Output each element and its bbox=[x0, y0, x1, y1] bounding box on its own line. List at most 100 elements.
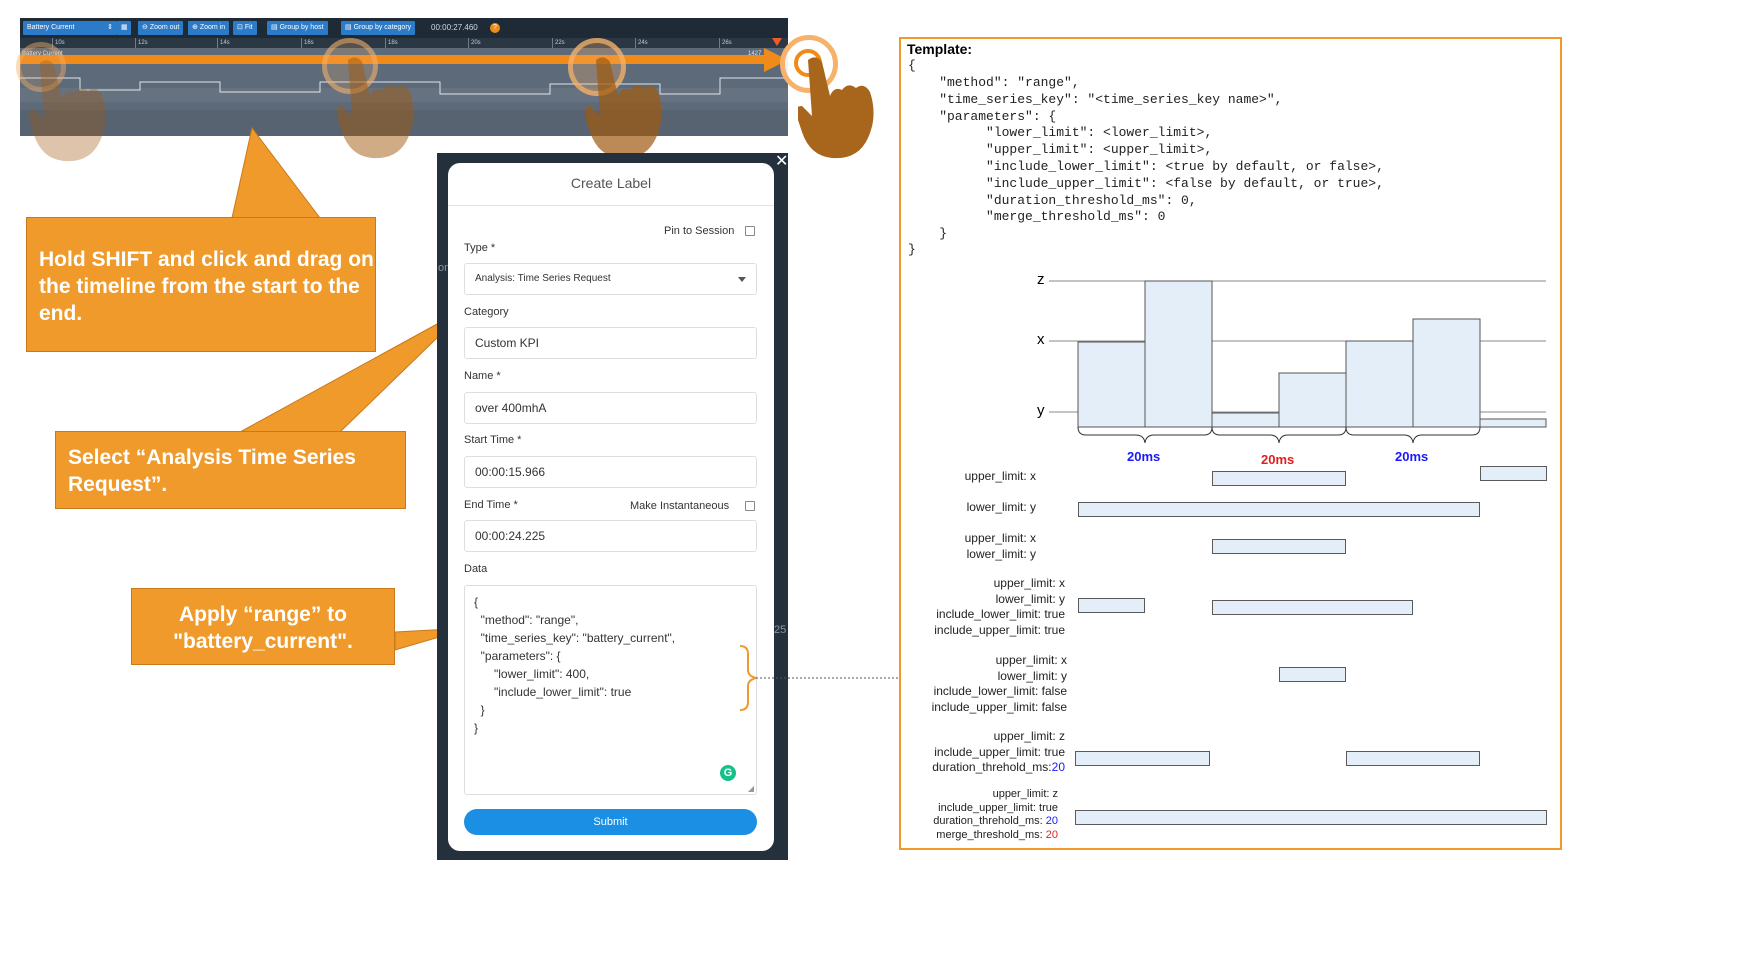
case-line: upper_limit: z bbox=[993, 729, 1065, 743]
case-line: upper_limit: z bbox=[992, 788, 1058, 800]
end-time-field[interactable]: 00:00:24.225 bbox=[464, 520, 757, 552]
name-label: Name * bbox=[464, 370, 501, 382]
result-range bbox=[1480, 466, 1547, 481]
chevron-down-icon bbox=[738, 277, 746, 282]
case-line: lower_limit: y bbox=[966, 500, 1036, 514]
merge-threshold-value: 20 bbox=[1045, 828, 1058, 841]
signal-diagram bbox=[1049, 280, 1547, 444]
case-line: include_upper_limit: false bbox=[931, 699, 1067, 714]
case-line: duration_threhold_ms: 20 bbox=[933, 815, 1058, 829]
axis-label-y: y bbox=[1037, 402, 1045, 419]
create-label-dialog: Create Label Pin to Session Type * Analy… bbox=[448, 163, 774, 851]
case-label: upper_limit: x lower_limit: y include_lo… bbox=[934, 576, 1065, 638]
case-line: upper_limit: x bbox=[964, 531, 1036, 545]
code-line: "lower_limit": 400, bbox=[474, 667, 590, 681]
case-line: upper_limit: x bbox=[993, 576, 1065, 590]
curly-brace-icon bbox=[1345, 426, 1481, 444]
signal-bar bbox=[1345, 340, 1414, 428]
duration-threshold-value: 20 bbox=[1051, 760, 1065, 774]
result-range bbox=[1075, 810, 1547, 825]
case-line: lower_limit: y bbox=[995, 591, 1065, 606]
dialog-title: Create Label bbox=[570, 175, 652, 191]
signal-bar bbox=[1412, 318, 1481, 428]
signal-bar bbox=[1144, 280, 1213, 428]
result-range bbox=[1078, 598, 1145, 613]
result-range bbox=[1075, 751, 1210, 766]
callout-select-type: Select “Analysis Time Series Request”. bbox=[55, 431, 406, 509]
duration-threshold-label: duration_threhold_ms: bbox=[933, 815, 1046, 827]
pin-to-session-checkbox[interactable] bbox=[745, 226, 755, 236]
case-line: upper_limit: x bbox=[995, 653, 1067, 667]
case-line: include_upper_limit: true bbox=[934, 744, 1065, 759]
resize-handle-icon[interactable]: ◢ bbox=[748, 784, 754, 793]
case-label: upper_limit: x lower_limit: y include_lo… bbox=[932, 653, 1067, 715]
callout-shift-drag: Hold SHIFT and click and drag on the tim… bbox=[26, 217, 376, 352]
code-line: "method": "range", bbox=[474, 613, 579, 627]
type-select[interactable]: Analysis: Time Series Request bbox=[464, 263, 757, 295]
case-label: upper_limit: x lower_limit: y bbox=[965, 530, 1036, 562]
result-range bbox=[1078, 502, 1480, 517]
make-instantaneous-checkbox[interactable] bbox=[745, 501, 755, 511]
merge-threshold-label: merge_threshold_ms: bbox=[936, 828, 1046, 841]
name-field[interactable]: over 400mhA bbox=[464, 392, 757, 424]
code-line: "time_series_key": "battery_current", bbox=[474, 631, 676, 645]
case-label: lower_limit: y bbox=[967, 500, 1036, 514]
callout-apply-range: Apply “range” to "battery_current". bbox=[131, 588, 395, 665]
signal-bar bbox=[1077, 341, 1146, 428]
case-line: merge_threshold_ms: 20 bbox=[933, 829, 1058, 843]
result-range bbox=[1346, 751, 1480, 766]
background-text: 25 bbox=[774, 624, 787, 636]
duration-label: 20ms bbox=[1261, 452, 1295, 467]
type-label: Type * bbox=[464, 242, 496, 254]
code-line: "parameters": { bbox=[474, 649, 561, 663]
data-textarea[interactable]: { "method": "range", "time_series_key": … bbox=[464, 585, 757, 795]
code-line: } bbox=[474, 721, 479, 735]
category-label: Category bbox=[464, 306, 509, 318]
close-icon[interactable]: ✕ bbox=[775, 154, 789, 170]
case-label: upper_limit: z include_upper_limit: true… bbox=[932, 729, 1065, 776]
case-line: include_upper_limit: true bbox=[934, 622, 1065, 637]
result-range bbox=[1212, 600, 1413, 615]
code-line: { bbox=[474, 595, 479, 609]
case-line: include_lower_limit: true bbox=[936, 607, 1065, 621]
case-line: lower_limit: y bbox=[997, 668, 1067, 683]
grammarly-icon[interactable]: G bbox=[720, 765, 736, 781]
case-line: lower_limit: y bbox=[966, 547, 1036, 561]
case-line: duration_threhold_ms:20 bbox=[932, 760, 1065, 776]
signal-bar bbox=[1278, 372, 1347, 428]
duration-threshold-label: duration_threhold_ms: bbox=[932, 760, 1052, 774]
type-select-value: Analysis: Time Series Request bbox=[475, 273, 611, 284]
axis-label-x: x bbox=[1037, 331, 1045, 348]
axis-label-z: z bbox=[1037, 271, 1045, 288]
curly-brace-icon bbox=[1077, 426, 1213, 444]
category-field[interactable]: Custom KPI bbox=[464, 327, 757, 359]
signal-bar bbox=[1211, 412, 1280, 428]
start-time-field[interactable]: 00:00:15.966 bbox=[464, 456, 757, 488]
template-panel: Template: { "method": "range", "time_ser… bbox=[899, 37, 1562, 850]
case-line: include_upper_limit: true bbox=[938, 801, 1058, 814]
case-line: include_lower_limit: false bbox=[933, 684, 1067, 698]
bracket-connector bbox=[739, 645, 900, 711]
divider bbox=[448, 205, 774, 206]
callout-pointer bbox=[231, 126, 322, 219]
case-line: upper_limit: x bbox=[964, 469, 1036, 483]
case-label: upper_limit: z include_upper_limit: true… bbox=[933, 788, 1058, 842]
signal-bar bbox=[1479, 418, 1547, 428]
result-range bbox=[1212, 539, 1346, 554]
result-range bbox=[1212, 471, 1346, 486]
submit-button[interactable]: Submit bbox=[464, 809, 757, 835]
end-time-label: End Time * bbox=[464, 499, 518, 511]
make-instantaneous-label: Make Instantaneous bbox=[630, 500, 730, 512]
code-line: "include_lower_limit": true bbox=[474, 685, 632, 699]
start-time-label: Start Time * bbox=[464, 434, 522, 446]
curly-bracket-icon bbox=[739, 645, 757, 711]
duration-threshold-value: 20 bbox=[1045, 815, 1058, 827]
case-label: upper_limit: x bbox=[965, 469, 1036, 483]
result-range bbox=[1279, 667, 1346, 682]
data-label: Data bbox=[464, 563, 488, 575]
pin-to-session-label: Pin to Session bbox=[664, 225, 735, 237]
duration-label: 20ms bbox=[1127, 449, 1161, 464]
code-line: } bbox=[474, 703, 485, 717]
duration-label: 20ms bbox=[1395, 449, 1429, 464]
curly-brace-icon bbox=[1211, 426, 1347, 444]
